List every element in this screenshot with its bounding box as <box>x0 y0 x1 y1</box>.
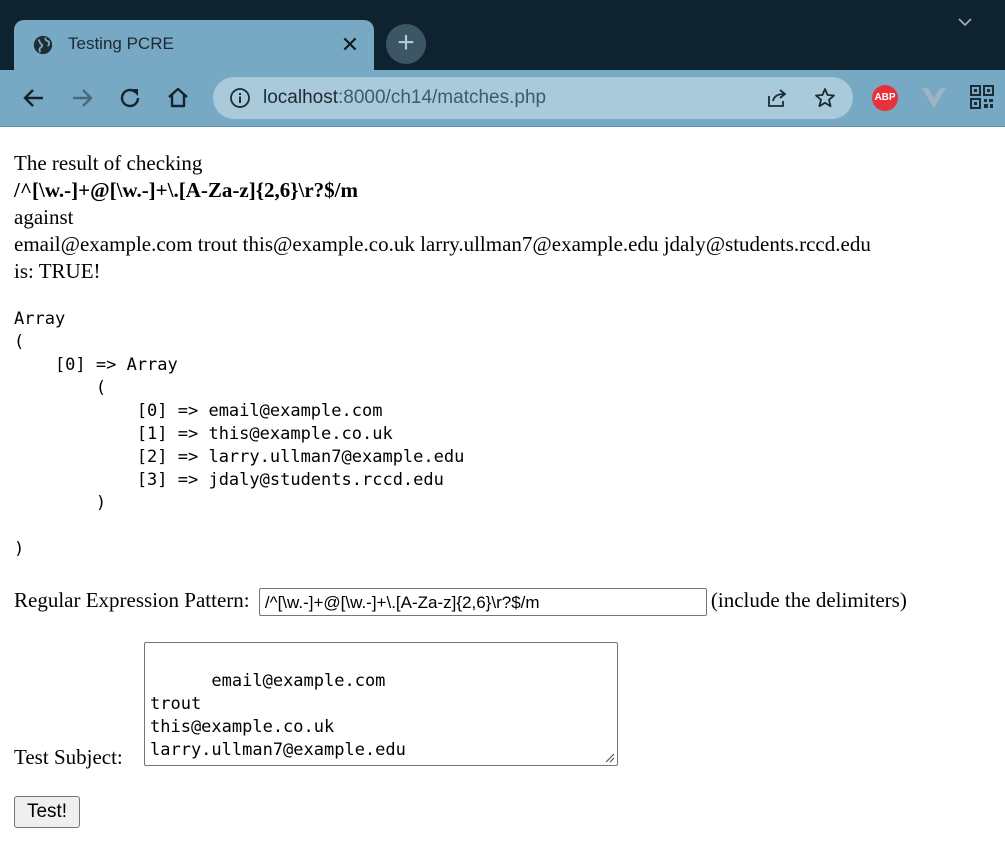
tab-close-button[interactable]: ✕ <box>338 33 362 57</box>
star-icon[interactable] <box>813 86 837 110</box>
pattern-row: Regular Expression Pattern: /^[\w.-]+@[\… <box>14 584 907 617</box>
subject-textarea-value: email@example.com trout this@example.co.… <box>150 671 406 765</box>
pattern-hint: (include the delimiters) <box>710 588 907 612</box>
globe-icon <box>33 35 53 55</box>
qr-code-icon[interactable] <box>970 85 994 109</box>
against-text: against <box>14 205 74 229</box>
new-tab-button[interactable]: + <box>386 24 426 64</box>
browser-tab[interactable]: Testing PCRE ✕ <box>14 20 374 70</box>
matches-output: Array ( [0] => Array ( [0] => email@exam… <box>14 309 465 559</box>
resize-handle-icon[interactable] <box>603 751 615 763</box>
pattern-label: Regular Expression Pattern: <box>14 588 255 612</box>
vue-icon[interactable] <box>920 86 948 110</box>
home-icon[interactable] <box>164 84 192 112</box>
browser-titlebar: Testing PCRE ✕ + <box>0 0 1005 70</box>
adblock-icon[interactable]: ABP <box>872 85 898 111</box>
subject-label: Test Subject: <box>14 745 123 769</box>
tab-title: Testing PCRE <box>68 34 174 53</box>
address-url[interactable]: localhost:8000/ch14/matches.php <box>263 87 546 109</box>
back-arrow-icon[interactable] <box>20 84 48 112</box>
url-path: :8000/ch14/matches.php <box>338 87 547 108</box>
url-host: localhost <box>263 87 338 108</box>
pattern-text: /^[\w.-]+@[\w.-]+\.[A-Za-z]{2,6}\r?$/m <box>14 178 358 202</box>
result-text: is: TRUE! <box>14 259 101 283</box>
forward-arrow-icon[interactable] <box>68 84 96 112</box>
subject-textarea[interactable]: email@example.com trout this@example.co.… <box>144 642 618 766</box>
reload-icon[interactable] <box>116 84 144 112</box>
chevron-down-icon[interactable] <box>955 12 975 32</box>
info-icon[interactable] <box>229 87 251 109</box>
page-content: The result of checking /^[\w.-]+@[\w.-]+… <box>14 150 999 828</box>
pattern-input[interactable]: /^[\w.-]+@[\w.-]+\.[A-Za-z]{2,6}\r?$/m <box>258 588 707 617</box>
subject-text: email@example.com trout this@example.co.… <box>14 232 871 256</box>
browser-toolbar: localhost:8000/ch14/matches.php ABP <box>0 70 1005 127</box>
address-bar[interactable]: localhost:8000/ch14/matches.php <box>213 77 853 119</box>
test-button[interactable]: Test! <box>14 796 80 828</box>
intro-text: The result of checking <box>14 151 203 175</box>
share-icon[interactable] <box>765 86 789 110</box>
